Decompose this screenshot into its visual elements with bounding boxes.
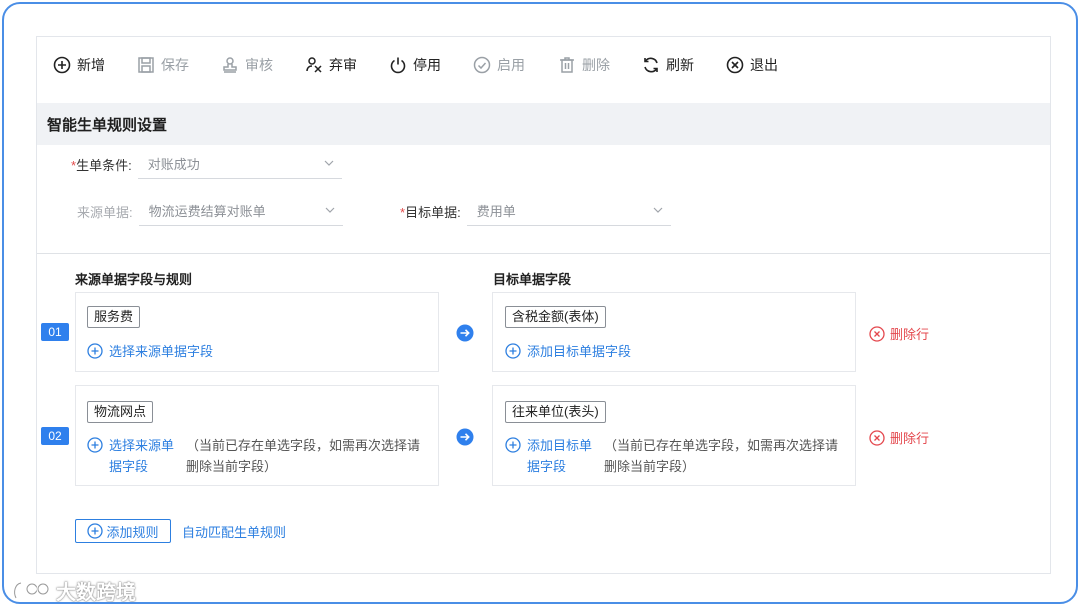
add-target-field-link[interactable]: 添加目标单据字段	[505, 435, 592, 477]
source-doc-row: 来源单据: 物流运费结算对账单	[77, 196, 343, 226]
delete-row-button[interactable]: 删除行	[869, 324, 929, 343]
add-target-field-label-line2: 据字段	[527, 459, 567, 474]
select-source-field-link[interactable]: 选择来源单据字段	[87, 435, 174, 477]
section-title: 智能生单规则设置	[37, 103, 1050, 145]
main-panel: 新增 保存 审核 弃审 停用 启用 删除 刷新 退出 智能生单规则设置 *生单条…	[36, 36, 1051, 574]
trash-icon	[560, 57, 574, 73]
source-doc-value: 物流运费结算对账单	[148, 204, 266, 219]
hint-line2: 删除当前字段）	[186, 459, 278, 474]
plus-circle-icon	[87, 523, 104, 539]
add-target-field-label: 添加目标单据字段	[527, 344, 632, 359]
select-source-field-label: 选择来源单据字段	[109, 344, 214, 359]
condition-label: *生单条件:	[71, 155, 132, 174]
add-target-field-label-line1: 添加目标单	[527, 438, 593, 453]
close-circle-icon	[869, 325, 885, 342]
plus-circle-icon	[87, 437, 103, 453]
unapprove-button-label: 弃审	[329, 57, 357, 73]
source-field-card: 服务费 选择来源单据字段	[75, 292, 439, 372]
power-icon	[390, 57, 406, 74]
add-button-label: 新增	[77, 57, 105, 73]
chevron-down-icon	[653, 207, 663, 213]
add-rule-button[interactable]: 添加规则	[75, 519, 171, 543]
approve-button[interactable]: 审核	[221, 53, 273, 77]
save-button[interactable]: 保存	[137, 53, 189, 77]
target-doc-select[interactable]: 费用单	[466, 196, 671, 226]
enable-button-label: 启用	[497, 57, 525, 73]
select-source-field-label-line2: 据字段	[109, 459, 149, 474]
condition-label-text: 生单条件:	[76, 157, 132, 173]
condition-row: *生单条件: 对账成功	[71, 149, 342, 179]
check-circle-icon	[473, 56, 491, 74]
auto-match-rules-link[interactable]: 自动匹配生单规则	[182, 522, 286, 541]
delete-row-label: 删除行	[890, 431, 930, 446]
add-target-field-label: 添加目标单据字段	[527, 435, 592, 477]
save-button-label: 保存	[161, 57, 189, 73]
rule-row-number: 02	[41, 427, 69, 445]
user-x-icon	[306, 57, 322, 73]
source-field-card: 物流网点 选择来源单据字段 （当前已存在单选字段，如需再次选择请 删除当前字段）	[75, 385, 439, 486]
hint-line2: 删除当前字段）	[604, 459, 696, 474]
app-frame: 新增 保存 审核 弃审 停用 启用 删除 刷新 退出 智能生单规则设置 *生单条…	[2, 2, 1078, 604]
arrow-right-icon	[456, 324, 474, 342]
stamp-icon	[223, 57, 237, 73]
select-source-field-label-line1: 选择来源单	[109, 438, 175, 453]
select-source-field-link[interactable]: 选择来源单据字段	[87, 341, 213, 362]
delete-button[interactable]: 删除	[558, 53, 610, 77]
source-doc-label: 来源单据:	[77, 204, 133, 220]
single-field-hint: （当前已存在单选字段，如需再次选择请 删除当前字段）	[604, 435, 838, 477]
delete-row-label: 删除行	[890, 327, 930, 342]
plus-circle-icon	[87, 343, 103, 359]
toolbar: 新增 保存 审核 弃审 停用 启用 删除 刷新 退出	[37, 37, 1050, 101]
condition-select[interactable]: 对账成功	[137, 149, 342, 179]
target-doc-label: *目标单据:	[400, 202, 461, 221]
target-doc-label-text: 目标单据:	[405, 204, 461, 220]
hint-line1: （当前已存在单选字段，如需再次选择请	[604, 438, 839, 453]
save-icon	[138, 57, 154, 73]
close-circle-icon	[726, 56, 744, 74]
target-field-card: 含税金额(表体) 添加目标单据字段	[492, 292, 856, 372]
target-doc-value: 费用单	[476, 204, 516, 219]
add-button[interactable]: 新增	[53, 53, 105, 77]
target-doc-row: *目标单据: 费用单	[400, 196, 671, 226]
source-field-chip[interactable]: 服务费	[87, 306, 141, 328]
chevron-down-icon	[325, 207, 335, 213]
chevron-down-icon	[324, 160, 334, 166]
refresh-button-label: 刷新	[666, 57, 694, 73]
hint-line1: （当前已存在单选字段，如需再次选择请	[186, 438, 421, 453]
rule-row-number: 01	[41, 323, 69, 341]
plus-circle-icon	[505, 343, 521, 359]
refresh-button[interactable]: 刷新	[642, 53, 694, 77]
target-field-card: 往来单位(表头) 添加目标单据字段 （当前已存在单选字段，如需再次选择请 删除当前…	[492, 385, 856, 486]
exit-button[interactable]: 退出	[726, 53, 778, 77]
close-circle-icon	[869, 429, 885, 446]
watermark: 大数跨境	[12, 576, 136, 604]
plus-circle-icon	[505, 437, 521, 453]
add-rule-label: 添加规则	[106, 524, 159, 540]
delete-row-button[interactable]: 删除行	[869, 428, 929, 447]
enable-button[interactable]: 启用	[473, 53, 525, 77]
condition-value: 对账成功	[147, 157, 200, 172]
divider	[37, 253, 1050, 254]
add-target-field-link[interactable]: 添加目标单据字段	[505, 341, 631, 362]
source-doc-select[interactable]: 物流运费结算对账单	[138, 196, 343, 226]
disable-button[interactable]: 停用	[389, 53, 441, 77]
target-fields-title: 目标单据字段	[493, 272, 572, 287]
approve-button-label: 审核	[245, 57, 273, 73]
brand-logo-icon	[13, 581, 50, 599]
source-field-chip[interactable]: 物流网点	[87, 401, 154, 423]
watermark-text: 大数跨境	[56, 582, 136, 604]
target-field-chip[interactable]: 往来单位(表头)	[505, 401, 606, 423]
source-fields-title: 来源单据字段与规则	[75, 272, 193, 287]
delete-button-label: 删除	[582, 57, 610, 73]
select-source-field-label: 选择来源单据字段	[109, 435, 174, 477]
exit-button-label: 退出	[750, 57, 778, 73]
unapprove-button[interactable]: 弃审	[305, 53, 357, 77]
single-field-hint: （当前已存在单选字段，如需再次选择请 删除当前字段）	[186, 435, 420, 477]
refresh-icon	[644, 57, 658, 73]
arrow-right-icon	[456, 428, 474, 446]
plus-circle-icon	[53, 56, 71, 74]
target-field-chip[interactable]: 含税金额(表体)	[505, 306, 606, 328]
disable-button-label: 停用	[413, 57, 441, 73]
